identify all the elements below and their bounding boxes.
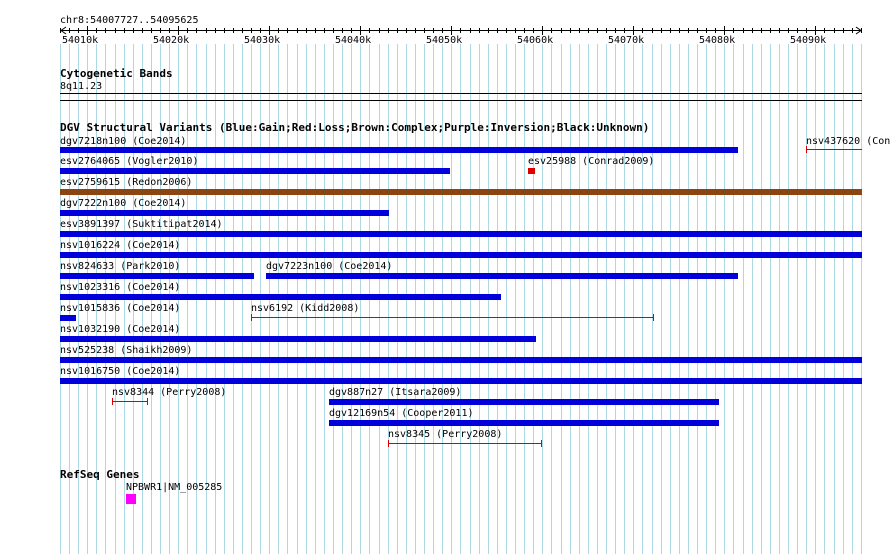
cytoband-bottom-rule — [60, 100, 862, 101]
variant-label[interactable]: esv2764065 (Vogler2010) — [60, 156, 198, 168]
variant-gain-bar[interactable] — [60, 315, 76, 321]
variant-gain-bar[interactable] — [60, 231, 862, 237]
ruler-tick-label: 54050k — [426, 35, 463, 46]
cytoband-label: 8q11.23 — [60, 81, 103, 92]
variant-loss-cap — [388, 440, 389, 447]
ruler-tick-label: 54080k — [699, 35, 736, 46]
variant-label[interactable]: nsv1016224 (Coe2014) — [60, 240, 180, 252]
variant-gain-bar[interactable] — [60, 294, 501, 300]
variant-loss-line[interactable] — [388, 443, 542, 444]
gene-feature[interactable] — [126, 494, 136, 504]
variant-loss-line[interactable] — [112, 401, 148, 402]
variant-gain-bar[interactable] — [60, 357, 862, 363]
variant-gain-bar[interactable] — [60, 273, 254, 279]
variant-gain-bar[interactable] — [60, 336, 536, 342]
variant-loss-cap — [806, 146, 807, 153]
variant-gain-bar[interactable] — [266, 273, 738, 279]
variant-label[interactable]: nsv1023316 (Coe2014) — [60, 282, 180, 294]
variant-loss-cap — [147, 398, 148, 405]
variant-loss-cap — [251, 314, 252, 321]
ruler-tick-label: 54040k — [335, 35, 372, 46]
genome-browser-view: chr8:54007727..54095625 54010k 54020k 54… — [0, 0, 890, 554]
variant-loss-line[interactable] — [806, 149, 862, 150]
variant-label[interactable]: dgv887n27 (Itsara2009) — [329, 387, 461, 399]
variant-loss-cap — [653, 314, 654, 321]
variant-gain-bar[interactable] — [60, 147, 738, 153]
ruler-tick-label: 54090k — [790, 35, 827, 46]
variant-label[interactable]: esv25988 (Conrad2009) — [528, 156, 654, 168]
cytoband-track-title: Cytogenetic Bands — [60, 67, 173, 80]
variant-label[interactable]: nsv1016750 (Coe2014) — [60, 366, 180, 378]
ruler-tick-label: 54030k — [244, 35, 281, 46]
variant-label[interactable]: esv3891397 (Suktitipat2014) — [60, 219, 223, 231]
variant-loss-cap — [541, 440, 542, 447]
ruler-tick-label: 54010k — [62, 35, 99, 46]
variant-gain-bar[interactable] — [60, 210, 389, 216]
variant-label[interactable]: esv2759615 (Redon2006) — [60, 177, 192, 189]
cytoband-top-rule — [60, 93, 862, 94]
variant-loss-cap — [112, 398, 113, 405]
variant-label[interactable]: dgv12169n54 (Cooper2011) — [329, 408, 474, 420]
dgv-track-title: DGV Structural Variants (Blue:Gain;Red:L… — [60, 121, 650, 134]
variant-label[interactable]: nsv8345 (Perry2008) — [388, 429, 502, 441]
variant-gain-bar[interactable] — [60, 168, 450, 174]
variant-label[interactable]: nsv525238 (Shaikh2009) — [60, 345, 192, 357]
variant-label[interactable]: nsv8344 (Perry2008) — [112, 387, 226, 399]
variant-gain-bar[interactable] — [329, 399, 719, 405]
variant-label[interactable]: nsv824633 (Park2010) — [60, 261, 180, 273]
ruler-tick-label: 54020k — [153, 35, 190, 46]
variant-loss-bar[interactable] — [528, 168, 535, 174]
refseq-track-title: RefSeq Genes — [60, 468, 140, 481]
ruler-tick-label: 54060k — [517, 35, 554, 46]
variant-gain-bar[interactable] — [60, 378, 862, 384]
gene-label[interactable]: NPBWR1|NM_005285 — [126, 482, 222, 494]
variant-label[interactable]: nsv1015836 (Coe2014) — [60, 303, 180, 315]
variant-label[interactable]: nsv6192 (Kidd2008) — [251, 303, 359, 315]
ruler-tick-label: 54070k — [608, 35, 645, 46]
variant-label[interactable]: nsv437620 (Con — [806, 136, 890, 148]
variant-loss-line[interactable] — [251, 317, 654, 318]
variant-label[interactable]: dgv7222n100 (Coe2014) — [60, 198, 186, 210]
variant-gain-bar[interactable] — [60, 252, 862, 258]
variant-gain-bar[interactable] — [329, 420, 719, 426]
variant-label[interactable]: nsv1032190 (Coe2014) — [60, 324, 180, 336]
variant-complex-bar[interactable] — [60, 189, 862, 195]
variant-label[interactable]: dgv7223n100 (Coe2014) — [266, 261, 392, 273]
